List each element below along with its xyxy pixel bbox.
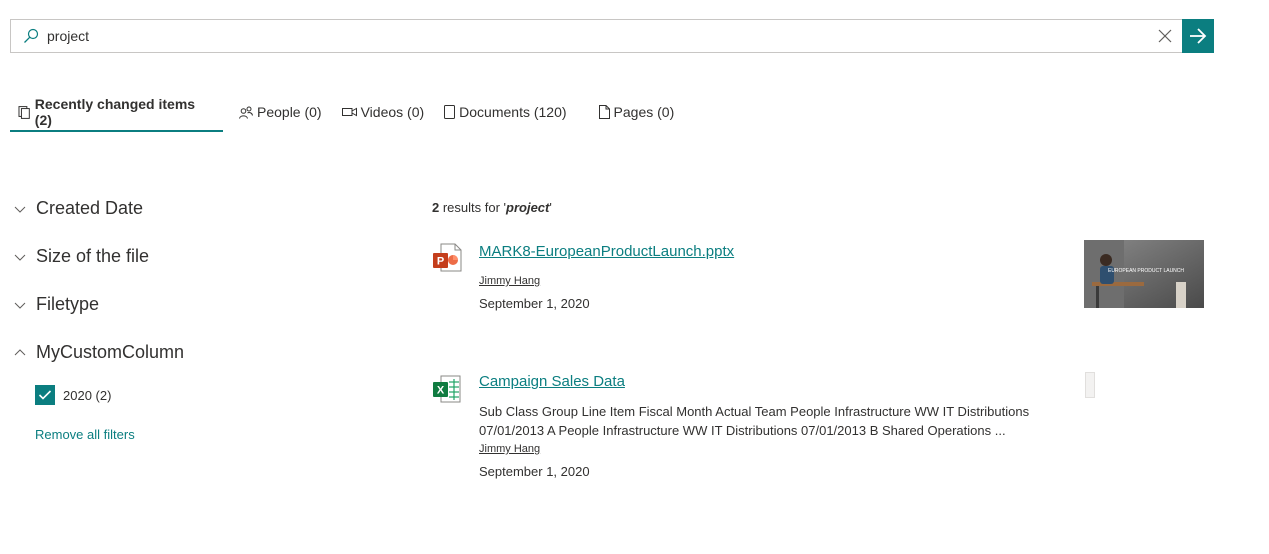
document-icon: [444, 105, 456, 119]
result-author-link[interactable]: Jimmy Hang: [479, 275, 540, 287]
people-icon: [239, 106, 253, 119]
filter-created-date[interactable]: Created Date: [14, 198, 143, 219]
excel-icon: X: [433, 375, 461, 403]
filter-title: Filetype: [36, 294, 100, 314]
results-count: 2 results for 'project': [432, 200, 552, 215]
result-title-link[interactable]: Campaign Sales Data: [479, 373, 625, 390]
tab-documents[interactable]: Documents (120): [434, 96, 576, 128]
filter-option-2020[interactable]: 2020 (2): [35, 385, 111, 405]
chevron-down-icon: [14, 302, 26, 309]
arrow-right-icon: [1190, 28, 1207, 44]
svg-text:X: X: [437, 385, 445, 397]
page-icon: [598, 105, 610, 119]
filter-option-label: 2020 (2): [63, 387, 112, 403]
remove-all-filters-link[interactable]: Remove all filters: [35, 427, 135, 442]
tab-recently-changed[interactable]: Recently changed items (2): [10, 96, 223, 132]
filter-filetype[interactable]: Filetype: [14, 294, 99, 315]
result-date: September 1, 2020: [479, 296, 590, 311]
filter-title: Created Date: [36, 198, 144, 218]
result-thumbnail[interactable]: [1085, 372, 1095, 398]
tab-videos[interactable]: Videos (0): [332, 96, 435, 128]
filter-file-size[interactable]: Size of the file: [14, 246, 149, 267]
filter-title: Size of the file: [36, 246, 150, 266]
result-summary: Sub Class Group Line Item Fiscal Month A…: [479, 404, 1030, 438]
search-icon: [24, 28, 39, 43]
result-thumbnail[interactable]: EUROPEAN PRODUCT LAUNCH: [1084, 240, 1204, 308]
checkmark-icon: [38, 390, 52, 400]
search-box: [10, 19, 1182, 53]
chevron-down-icon: [14, 206, 26, 213]
tab-label: Recently changed items (2): [34, 96, 196, 128]
search-submit-button[interactable]: [1182, 19, 1214, 53]
search-input[interactable]: [47, 20, 1137, 52]
results-text: results for ': [439, 200, 507, 215]
tab-label: Pages (0): [613, 104, 675, 120]
chevron-down-icon: [14, 254, 26, 261]
chevron-up-icon: [14, 348, 26, 355]
result-date: September 1, 2020: [479, 464, 590, 479]
tab-label: Videos (0): [360, 104, 425, 120]
filter-mycustomcolumn[interactable]: MyCustomColumn: [14, 342, 184, 363]
thumbnail-image: EUROPEAN PRODUCT LAUNCH: [1084, 240, 1204, 308]
result-title-link[interactable]: MARK8-EuropeanProductLaunch.pptx: [479, 243, 734, 260]
checkbox[interactable]: [35, 385, 55, 405]
tab-label: People (0): [257, 104, 322, 120]
recent-items-icon: [18, 105, 30, 119]
result-tabs: Recently changed items (2) People (0) Vi…: [10, 96, 684, 132]
clear-search-icon[interactable]: [1158, 29, 1172, 43]
powerpoint-icon: P: [433, 243, 462, 272]
tab-pages[interactable]: Pages (0): [589, 96, 685, 128]
svg-text:P: P: [437, 256, 444, 268]
tab-label: Documents (120): [459, 104, 567, 120]
results-suffix: ': [549, 200, 552, 215]
thumbnail-caption: EUROPEAN PRODUCT LAUNCH: [1108, 268, 1184, 274]
result-author-link[interactable]: Jimmy Hang: [479, 443, 540, 455]
results-query: project: [506, 200, 550, 215]
filter-title: MyCustomColumn: [36, 342, 185, 362]
video-icon: [341, 107, 357, 117]
tab-people[interactable]: People (0): [229, 96, 332, 128]
